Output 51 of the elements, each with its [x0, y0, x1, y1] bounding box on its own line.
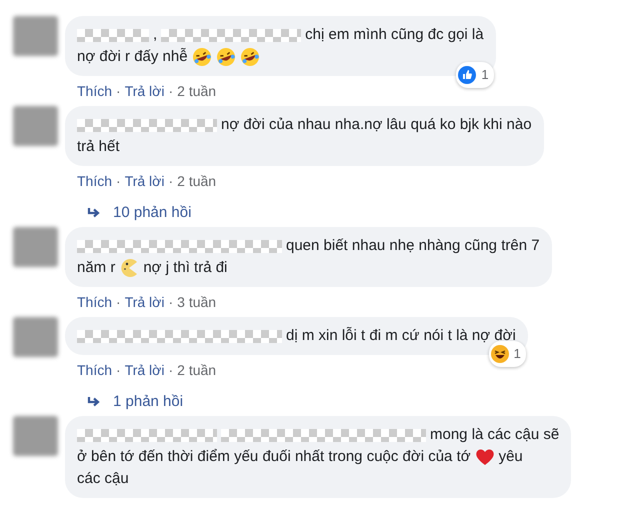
comment-text: yêu: [498, 447, 523, 467]
reaction-badge[interactable]: 1: [488, 341, 526, 367]
separator-dot: ·: [116, 172, 121, 191]
comment-text: năm r: [77, 258, 116, 278]
action-link[interactable]: Trả lời: [124, 172, 164, 196]
avatar[interactable]: [13, 106, 58, 146]
redacted-name: [77, 28, 149, 42]
comment-text: mong là các cậu sẽ: [430, 425, 560, 445]
laughing-face-icon: [490, 345, 509, 363]
action-link[interactable]: Trả lời: [124, 82, 164, 106]
comment-text: nợ đời r đấy nhễ: [77, 47, 188, 67]
separator-dot: ·: [116, 82, 121, 101]
separator-dot: ·: [168, 361, 174, 380]
action-link[interactable]: Thích: [77, 172, 112, 196]
avatar[interactable]: [13, 416, 58, 456]
reply-arrow-icon: [87, 396, 101, 408]
comment-text: các cậu: [77, 469, 129, 489]
laughing-emoji-icon: [240, 47, 260, 67]
laughing-emoji-icon: [192, 47, 212, 67]
replies-link[interactable]: 1 phản hồi: [113, 393, 184, 410]
comment-text: trả hết: [77, 137, 120, 157]
timestamp[interactable]: 2 tuần: [177, 361, 216, 385]
avatar[interactable]: [13, 227, 58, 267]
heart-emoji-icon: [474, 447, 495, 467]
laughing-emoji-icon: [216, 47, 236, 67]
action-link[interactable]: Thích: [77, 361, 112, 385]
avatar[interactable]: [13, 317, 58, 357]
separator-dot: ·: [168, 82, 174, 101]
timestamp[interactable]: 2 tuần: [177, 82, 216, 106]
pacman-emoji-icon: [119, 258, 140, 278]
timestamp[interactable]: 2 tuần: [177, 172, 216, 196]
action-link[interactable]: Trả lời: [124, 293, 164, 317]
comment-text: ở bên tớ đến thời điểm yếu đuối nhất trong cuộc đời của tớ: [77, 447, 471, 467]
reaction-badge[interactable]: 1: [456, 62, 494, 88]
separator-dot: ·: [168, 293, 174, 312]
comment-text: nợ j thì trả đi: [143, 258, 228, 278]
separator-dot: ·: [168, 172, 174, 191]
comment-text: quen biết nhau nhẹ nhàng cũng trên 7: [286, 236, 540, 256]
replies-link[interactable]: 10 phản hồi: [113, 204, 192, 221]
action-link[interactable]: Thích: [77, 82, 112, 106]
thumbs-up-icon: [458, 66, 476, 84]
separator-dot: ·: [116, 293, 121, 312]
comment-text: ,: [153, 25, 158, 45]
avatar[interactable]: [13, 16, 58, 56]
timestamp[interactable]: 3 tuần: [177, 293, 216, 317]
action-link[interactable]: Thích: [77, 293, 112, 317]
action-link[interactable]: Trả lời: [124, 361, 164, 385]
separator-dot: ·: [116, 361, 121, 380]
comment-text: nợ đời của nhau nha.nợ lâu quá ko bjk khi nào: [221, 115, 532, 135]
comment-text: chị em mình cũng đc gọi là: [305, 25, 484, 45]
reply-arrow-icon: [87, 206, 101, 218]
